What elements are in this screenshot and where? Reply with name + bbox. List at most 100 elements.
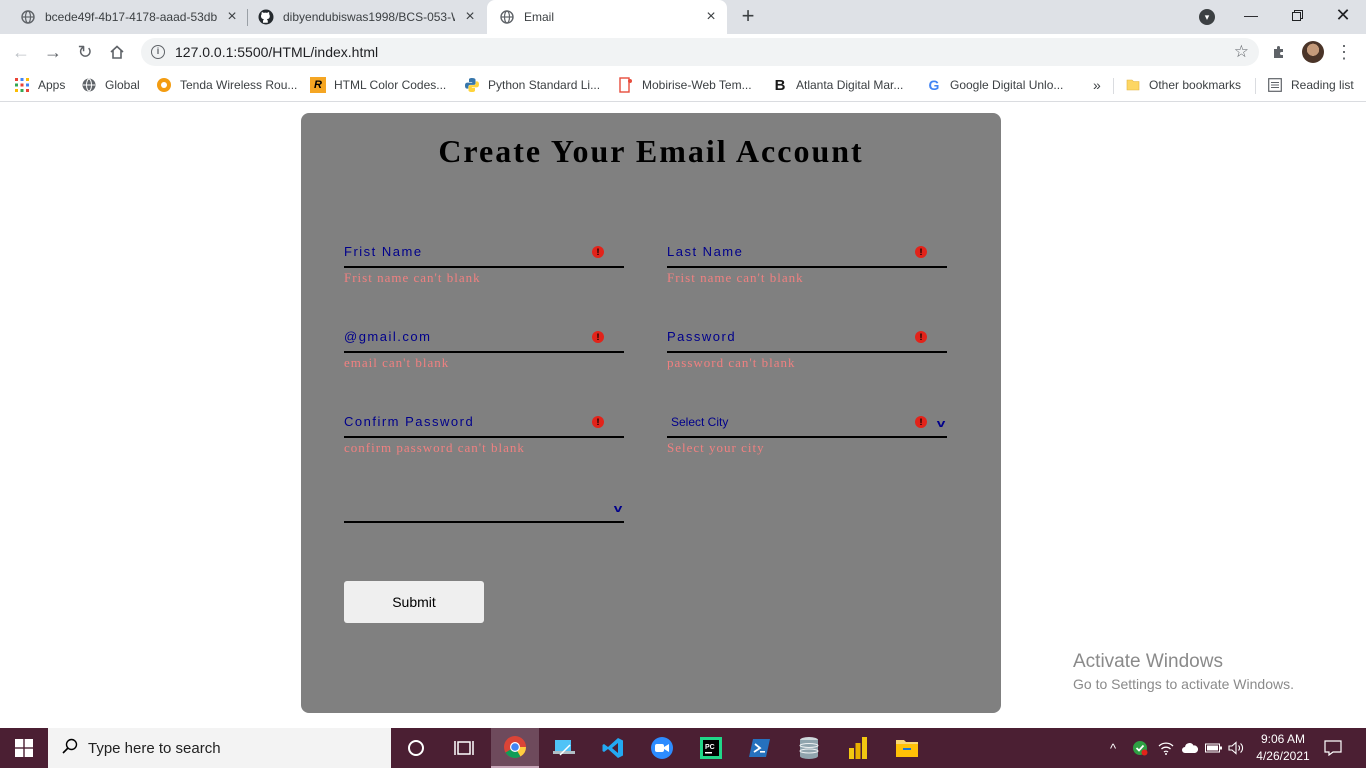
close-tab-icon[interactable]: × — [703, 9, 719, 25]
extra-select[interactable]: v — [344, 493, 624, 523]
mobirise-icon — [618, 77, 634, 93]
confirm-password-label: Confirm Password — [344, 414, 475, 429]
globe-icon — [81, 77, 97, 93]
email-field[interactable]: @gmail.com ! — [344, 323, 624, 353]
search-icon — [62, 738, 78, 759]
tab-title: Email — [524, 10, 555, 24]
onedrive-cloud-icon[interactable] — [1181, 728, 1199, 768]
tab-title: bcede49f-4b17-4178-aaad-53db — [45, 10, 217, 24]
windows-start-icon[interactable] — [0, 728, 48, 768]
search-placeholder: Type here to search — [88, 739, 221, 757]
bookmark-global[interactable]: Global — [81, 70, 140, 100]
signup-card: Create Your Email Account Frist Name ! F… — [301, 113, 1001, 713]
error-icon: ! — [592, 416, 604, 428]
battery-icon[interactable] — [1205, 728, 1223, 768]
email-error: email can't blank — [344, 355, 450, 370]
tab-search-icon[interactable]: ▾ — [1199, 9, 1215, 25]
volume-icon[interactable] — [1228, 728, 1244, 768]
notifications-icon[interactable] — [1324, 728, 1342, 768]
reading-list[interactable]: Reading list — [1267, 70, 1354, 100]
tab-1[interactable]: bcede49f-4b17-4178-aaad-53db × — [0, 0, 248, 34]
close-tab-icon[interactable]: × — [462, 9, 478, 25]
menu-kebab-icon[interactable]: ⋮ — [1334, 42, 1354, 62]
password-field[interactable]: Password ! — [667, 323, 947, 353]
error-icon: ! — [915, 331, 927, 343]
activate-windows-watermark: Activate Windows Go to Settings to activ… — [1073, 651, 1294, 692]
city-select-label: Select City — [671, 415, 729, 429]
profile-avatar[interactable] — [1302, 41, 1324, 63]
reload-icon[interactable]: ↻ — [73, 40, 97, 64]
forward-icon[interactable]: → — [41, 40, 65, 64]
power-bi-icon[interactable] — [834, 728, 882, 768]
file-explorer-icon[interactable] — [883, 728, 931, 768]
submit-button[interactable]: Submit — [344, 581, 484, 623]
globe-icon — [20, 9, 36, 25]
restore-icon[interactable] — [1274, 0, 1320, 30]
city-select[interactable]: Select City ! v — [667, 408, 947, 438]
bookmark-label: Python Standard Li... — [488, 78, 601, 92]
wifi-icon[interactable] — [1158, 728, 1174, 768]
info-icon[interactable]: i — [151, 45, 165, 59]
tenda-icon — [156, 77, 172, 93]
first-name-label: Frist Name — [344, 244, 423, 259]
pycharm-icon[interactable]: PC — [687, 728, 735, 768]
extensions-icon[interactable] — [1269, 42, 1289, 62]
error-icon: ! — [592, 246, 604, 258]
bookmark-google-digital[interactable]: G Google Digital Unlo... — [926, 70, 1064, 100]
page-title: Create Your Email Account — [438, 133, 864, 169]
clock-date: 4/26/2021 — [1256, 749, 1310, 763]
bookmark-tenda[interactable]: Tenda Wireless Rou... — [156, 70, 297, 100]
apps-grid-icon — [14, 77, 30, 93]
bookmark-html-color-codes[interactable]: R HTML Color Codes... — [310, 70, 446, 100]
reading-list-icon — [1267, 77, 1283, 93]
security-shield-icon[interactable] — [1132, 728, 1148, 768]
cortana-icon[interactable] — [392, 728, 440, 768]
taskbar-clock[interactable]: 9:06 AM 4/26/2021 — [1248, 731, 1318, 765]
bookmark-label: Reading list — [1291, 78, 1354, 92]
google-icon: G — [928, 77, 940, 93]
clock-time: 9:06 AM — [1260, 732, 1306, 746]
address-bar[interactable]: i 127.0.0.1:5500/HTML/index.html ☆ — [141, 38, 1259, 66]
python-icon — [464, 77, 480, 93]
home-icon[interactable] — [105, 40, 129, 64]
browser-toolbar: ← → ↻ i 127.0.0.1:5500/HTML/index.html ☆… — [0, 34, 1366, 70]
bookmark-atlanta[interactable]: B Atlanta Digital Mar... — [772, 70, 904, 100]
back-icon[interactable]: ← — [9, 40, 33, 64]
new-tab-icon[interactable]: + — [737, 5, 759, 28]
bookmark-apps[interactable]: Apps — [14, 70, 65, 100]
bookmarks-bar: Apps Global Tenda Wireless Rou... R HTML… — [0, 70, 1366, 102]
globe-icon — [499, 9, 515, 25]
error-icon: ! — [915, 416, 927, 428]
last-name-field[interactable]: Last Name ! — [667, 238, 947, 268]
first-name-field[interactable]: Frist Name ! — [344, 238, 624, 268]
github-icon — [258, 9, 274, 25]
bookmarks-overflow[interactable]: » — [1093, 70, 1101, 100]
bookmark-label: Global — [105, 78, 140, 92]
taskbar-search[interactable]: Type here to search — [48, 728, 391, 768]
show-hidden-icons[interactable]: ^ — [1110, 728, 1116, 768]
confirm-password-field[interactable]: Confirm Password ! — [344, 408, 624, 438]
divider — [1255, 78, 1256, 94]
bookmark-label: Atlanta Digital Mar... — [796, 78, 904, 92]
bookmark-star-icon[interactable]: ☆ — [1234, 42, 1249, 62]
zoom-icon[interactable] — [638, 728, 686, 768]
bookmark-python[interactable]: Python Standard Li... — [464, 70, 600, 100]
vscode-icon[interactable] — [589, 728, 637, 768]
tab-2[interactable]: dibyendubiswas1998/BCS-053-W × — [238, 0, 486, 34]
chrome-taskbar-icon[interactable] — [491, 728, 539, 768]
bookmark-other[interactable]: Other bookmarks — [1125, 70, 1241, 100]
task-view-icon[interactable] — [440, 728, 488, 768]
file-transfer-icon[interactable] — [540, 728, 588, 768]
bookmark-mobirise[interactable]: Mobirise-Web Tem... — [618, 70, 752, 100]
bookmark-label: Google Digital Unlo... — [950, 78, 1064, 92]
powershell-icon[interactable] — [736, 728, 784, 768]
database-icon[interactable] — [785, 728, 833, 768]
b-logo-icon: B — [774, 76, 786, 94]
bookmark-label: Other bookmarks — [1149, 78, 1242, 92]
first-name-error: Frist name can't blank — [344, 270, 481, 285]
close-window-icon[interactable]: ✕ — [1320, 0, 1366, 30]
tab-strip: bcede49f-4b17-4178-aaad-53db × dibyendub… — [0, 0, 1366, 34]
minimize-icon[interactable]: — — [1228, 0, 1274, 30]
chevron-down-icon: v — [613, 503, 623, 515]
tab-3-active[interactable]: Email × — [487, 0, 727, 34]
